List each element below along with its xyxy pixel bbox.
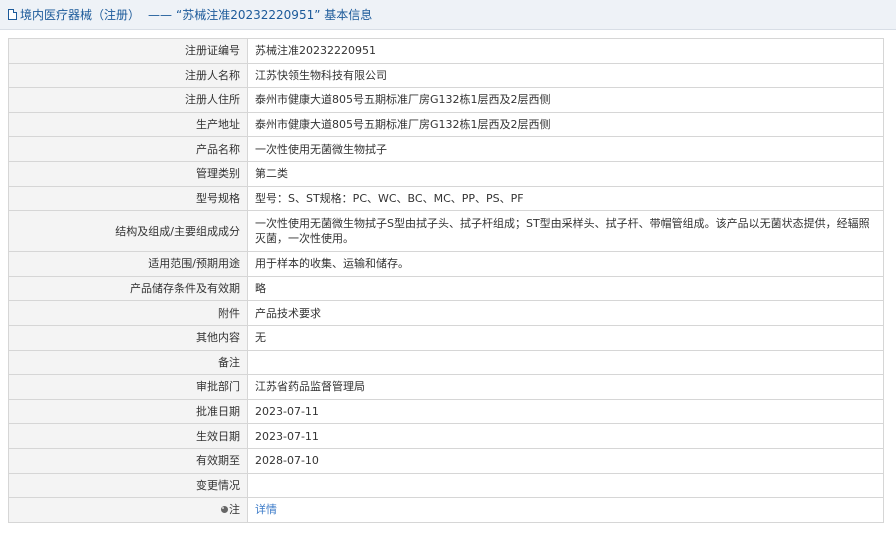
row-value: 产品技术要求 [247, 300, 884, 326]
row-value: 2023-07-11 [247, 423, 884, 449]
row-value: 2028-07-10 [247, 447, 884, 474]
table-row: 产品储存条件及有效期略 [8, 275, 884, 302]
pin-icon [221, 506, 228, 514]
row-label: 适用范围/预期用途 [8, 251, 248, 277]
row-value: 2023-07-11 [247, 398, 884, 425]
row-label: 型号规格 [8, 185, 248, 212]
table-row: 注 详情 [8, 497, 884, 523]
row-label: 生产地址 [8, 111, 248, 138]
row-label: 审批部门 [8, 374, 248, 400]
row-label: 有效期至 [8, 447, 248, 474]
row-label: 变更情况 [8, 472, 248, 499]
page-title: “苏械注准20232220951” 基本信息 [176, 8, 373, 22]
table-row: 注册证编号 苏械注准20232220951 [8, 38, 884, 64]
row-label: 产品储存条件及有效期 [8, 275, 248, 302]
table-row: 管理类别 第二类 [8, 160, 884, 187]
table-row: 其他内容无 [8, 324, 884, 351]
row-value: 江苏省药品监督管理局 [247, 374, 884, 400]
table-row: 型号规格 型号：S、ST规格：PC、WC、BC、MC、PP、PS、PF [8, 185, 884, 212]
row-value: 略 [247, 275, 884, 302]
row-label: 管理类别 [8, 160, 248, 187]
table-row: 审批部门 江苏省药品监督管理局 [8, 374, 884, 400]
table-row: 注册人住所 泰州市健康大道805号五期标准厂房G132栋1层西及2层西侧 [8, 87, 884, 113]
details-link[interactable]: 详情 [255, 503, 277, 516]
row-value: 苏械注准20232220951 [247, 38, 884, 64]
table-row: 产品名称 一次性使用无菌微生物拭子 [8, 136, 884, 162]
row-label: 注册人名称 [8, 62, 248, 89]
row-value: 泰州市健康大道805号五期标准厂房G132栋1层西及2层西侧 [247, 111, 884, 138]
info-table-container: 注册证编号 苏械注准20232220951 注册人名称 江苏快领生物科技有限公司 注… [8, 38, 884, 523]
table-row: 变更情况 [8, 472, 884, 499]
row-label: 注 [8, 497, 248, 523]
page-header: 境内医疗器械（注册） —— “苏械注准20232220951” 基本信息 [0, 0, 896, 30]
row-label: 附件 [8, 300, 248, 326]
info-table: 注册证编号 苏械注准20232220951 注册人名称 江苏快领生物科技有限公司 注… [8, 38, 884, 523]
row-label: 备注 [8, 349, 248, 376]
row-label: 注册人住所 [8, 87, 248, 113]
row-label: 结构及组成/主要组成成分 [8, 210, 248, 253]
row-value: 一次性使用无菌微生物拭子S型由拭子头、拭子杆组成；ST型由采样头、拭子杆、带帽管… [247, 210, 884, 253]
row-label: 注册证编号 [8, 38, 248, 64]
row-value: 型号：S、ST规格：PC、WC、BC、MC、PP、PS、PF [247, 185, 884, 212]
row-value: 用于样本的收集、运输和储存。 [247, 251, 884, 277]
note-label: 注 [229, 503, 240, 517]
row-label: 批准日期 [8, 398, 248, 425]
breadcrumb[interactable]: 境内医疗器械（注册） [20, 6, 140, 23]
table-row: 注册人名称 江苏快领生物科技有限公司 [8, 62, 884, 89]
table-row: 生效日期 2023-07-11 [8, 423, 884, 449]
breadcrumb-separator: —— [148, 7, 173, 22]
row-value: 无 [247, 324, 884, 351]
row-value: 详情 [247, 497, 884, 523]
table-row: 批准日期 2023-07-11 [8, 398, 884, 425]
row-label: 产品名称 [8, 136, 248, 162]
row-value [247, 472, 884, 499]
row-label: 其他内容 [8, 324, 248, 351]
row-value [247, 349, 884, 376]
table-row: 适用范围/预期用途 用于样本的收集、运输和储存。 [8, 251, 884, 277]
row-value: 泰州市健康大道805号五期标准厂房G132栋1层西及2层西侧 [247, 87, 884, 113]
row-value: 一次性使用无菌微生物拭子 [247, 136, 884, 162]
row-value: 第二类 [247, 160, 884, 187]
table-row: 有效期至 2028-07-10 [8, 447, 884, 474]
row-value: 江苏快领生物科技有限公司 [247, 62, 884, 89]
table-row: 结构及组成/主要组成成分 一次性使用无菌微生物拭子S型由拭子头、拭子杆组成；ST型… [8, 210, 884, 253]
table-row: 附件 产品技术要求 [8, 300, 884, 326]
document-icon [8, 9, 17, 20]
row-label: 生效日期 [8, 423, 248, 449]
table-row: 备注 [8, 349, 884, 376]
table-row: 生产地址 泰州市健康大道805号五期标准厂房G132栋1层西及2层西侧 [8, 111, 884, 138]
